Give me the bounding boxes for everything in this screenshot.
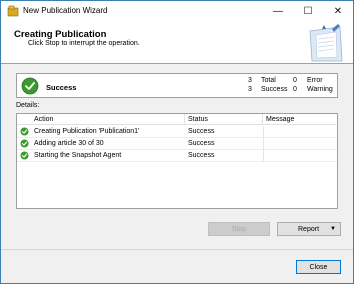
column-header-message[interactable]: Message (263, 114, 339, 125)
close-button-label: Close (309, 263, 328, 271)
table-row[interactable]: Adding article 30 of 30 Success (17, 138, 337, 149)
row-action: Adding article 30 of 30 (34, 140, 104, 147)
close-window-button[interactable]: ✕ (323, 1, 353, 21)
page-title: Creating Publication (14, 29, 107, 40)
row-divider (17, 161, 337, 162)
row-action: Starting the Snapshot Agent (34, 152, 122, 159)
row-status: Success (188, 152, 215, 159)
error-label: Error (307, 77, 323, 84)
table-row[interactable]: Creating Publication 'Publication1' Succ… (17, 126, 337, 137)
maximize-icon: ☐ (303, 5, 313, 17)
details-table[interactable]: Action Status Message Creating Publicati… (16, 113, 339, 209)
server-document-icon (309, 24, 343, 62)
report-button-label: Report (298, 226, 320, 233)
error-count: 0 (293, 77, 297, 84)
row-action: Creating Publication 'Publication1' (34, 128, 140, 135)
success-check-icon (20, 127, 29, 136)
row-status: Success (188, 140, 215, 147)
row-message (263, 138, 337, 149)
minimize-icon: — (273, 5, 283, 17)
minimize-button[interactable]: — (263, 1, 293, 21)
page-subtitle: Click Stop to interrupt the operation. (28, 40, 140, 47)
warning-label: Warning (307, 86, 333, 93)
summary-status: Success (46, 83, 77, 92)
total-count: 3 (248, 77, 252, 84)
success-check-icon (20, 139, 29, 148)
table-row[interactable]: Starting the Snapshot Agent Success (17, 150, 337, 161)
window-title: New Publication Wizard (23, 6, 108, 15)
dropdown-arrow-icon: ▼ (330, 226, 336, 232)
maximize-button[interactable]: ☐ (293, 1, 323, 21)
row-message (263, 126, 337, 137)
row-status: Success (188, 128, 215, 135)
report-button[interactable]: Report ▼ (277, 222, 341, 236)
warning-count: 0 (293, 86, 297, 93)
column-header-action[interactable]: Action (17, 114, 185, 125)
success-check-icon (20, 151, 29, 160)
column-header-status[interactable]: Status (185, 114, 263, 125)
footer-divider (1, 249, 353, 250)
wizard-window: New Publication Wizard — ☐ ✕ Creating Pu… (0, 0, 354, 284)
close-button[interactable]: Close (296, 260, 341, 274)
success-check-icon (21, 77, 39, 95)
stop-button[interactable]: Stop (208, 222, 270, 236)
wizard-app-icon (7, 5, 19, 17)
success-count: 3 (248, 86, 252, 93)
wizard-header: Creating Publication Click Stop to inter… (1, 21, 353, 64)
row-message (263, 150, 337, 161)
success-count-label: Success (261, 86, 288, 93)
title-bar[interactable]: New Publication Wizard — ☐ ✕ (1, 1, 353, 21)
stop-button-label: Stop (231, 225, 247, 233)
summary-box: Success 3 Total 3 Success 0 Error 0 Warn… (16, 73, 338, 98)
total-label: Total (261, 77, 276, 84)
details-label: Details: (16, 102, 40, 109)
close-icon: ✕ (333, 5, 343, 17)
